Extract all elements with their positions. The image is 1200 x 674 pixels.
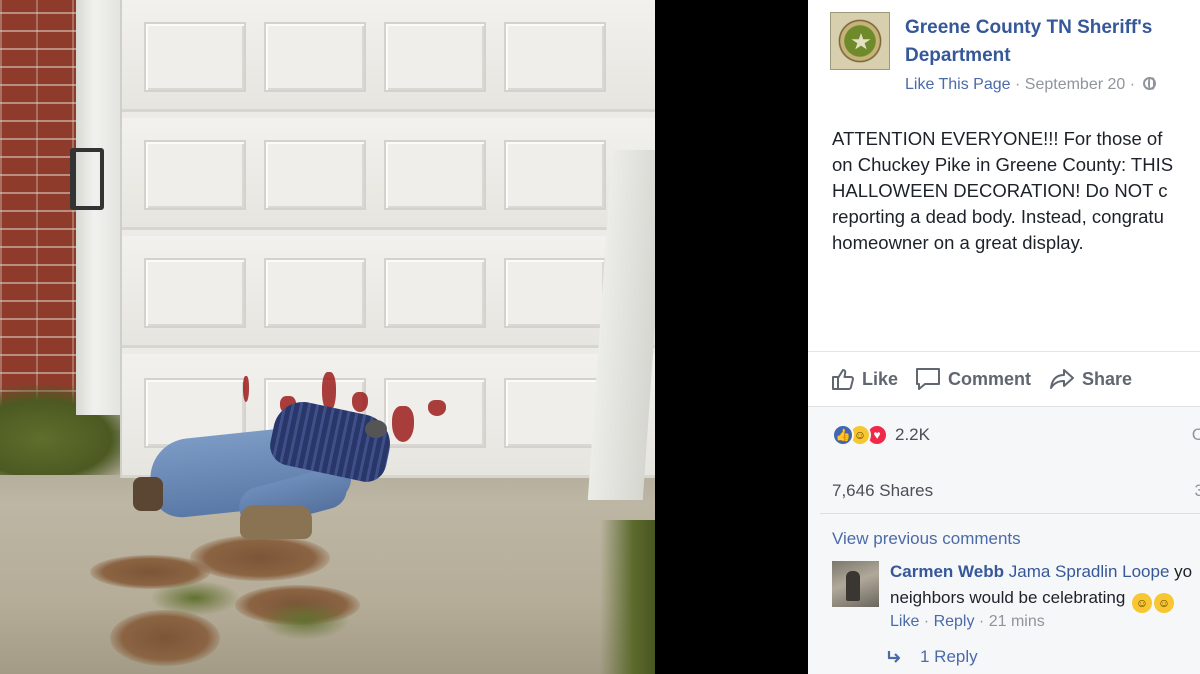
post-date[interactable]: September 20 [1025, 76, 1126, 93]
garage-door [120, 0, 655, 478]
post-text-line: HALLOWEEN DECORATION! Do NOT c [832, 180, 1168, 201]
door-section [122, 236, 655, 348]
globe-icon [1142, 77, 1156, 90]
like-label: Like [862, 368, 899, 389]
blood-handprint [243, 376, 249, 402]
ground-stain [190, 535, 330, 581]
door-section [122, 0, 655, 112]
feedback-section: 👍 ☺ ♥ 2.2K C 7,646 Shares 3 View previou… [808, 406, 1200, 674]
comment-body: Carmen Webb Jama Spradlin Loope yo neigh… [890, 559, 1192, 613]
share-button[interactable]: Share [1048, 366, 1132, 392]
page-name-link[interactable]: Greene County TN Sheriff's Department [905, 14, 1200, 70]
page-avatar[interactable] [830, 12, 890, 70]
blood-handprint [428, 400, 446, 416]
post-photo[interactable] [0, 0, 655, 674]
shares-count[interactable]: 7,646 Shares [832, 481, 933, 501]
comments-count-partial[interactable]: C [1192, 425, 1200, 445]
dummy-hands [365, 420, 387, 438]
door-section [122, 118, 655, 230]
comment-time[interactable]: 21 mins [989, 613, 1045, 630]
reactions-summary[interactable]: 👍 ☺ ♥ 2.2K [832, 423, 930, 447]
views-count-partial: 3 [1194, 481, 1200, 500]
comment-text: yo [1169, 562, 1193, 581]
post-text-line: on Chuckey Pike in Greene County: THIS [832, 154, 1174, 175]
share-label: Share [1082, 368, 1133, 389]
reaction-count: 2.2K [895, 425, 930, 444]
meta-separator: · [1015, 76, 1021, 93]
comment-text-line2: neighbors would be celebrating [890, 588, 1131, 607]
door-handle [70, 148, 104, 210]
share-arrow-icon [1050, 369, 1074, 389]
facebook-post: Greene County TN Sheriff's Department Li… [808, 0, 1200, 674]
like-reaction-icon: 👍 [832, 424, 854, 446]
replies-label: 1 Reply [920, 647, 978, 666]
separator: · [974, 613, 989, 630]
meta-separator: · [1129, 76, 1136, 93]
comment-actions: Like · Reply · 21 mins [890, 613, 1045, 631]
dummy-boot [240, 505, 312, 539]
brick-wall-left [0, 0, 80, 410]
post-text-line: ATTENTION EVERYONE!!! For those of [832, 128, 1163, 149]
separator: · [919, 613, 934, 630]
dummy-boot [133, 477, 163, 511]
comment-author-link[interactable]: Carmen Webb [890, 562, 1004, 581]
grass-patch [260, 600, 350, 640]
like-page-link[interactable]: Like This Page [905, 76, 1011, 93]
laughing-emoji-icon: ☺ [1154, 593, 1175, 613]
post-header: Greene County TN Sheriff's Department Li… [830, 12, 1200, 102]
post-actions: Like Comment Share [808, 351, 1200, 406]
grass-right [600, 520, 655, 674]
divider [820, 513, 1200, 514]
reply-arrow-icon [887, 651, 901, 663]
blood-handprint [392, 406, 414, 442]
post-text-line: homeowner on a great display. [832, 232, 1084, 253]
comment-reply-link[interactable]: Reply [934, 613, 975, 630]
replies-link[interactable]: 1 Reply [886, 647, 978, 667]
grass-patch [150, 580, 240, 616]
speech-bubble-icon [916, 368, 940, 390]
comment-mention-link[interactable]: Jama Spradlin Loope [1009, 562, 1170, 581]
comment-label: Comment [948, 368, 1032, 389]
ground-stain [110, 610, 220, 666]
view-previous-comments-link[interactable]: View previous comments [832, 529, 1021, 549]
comment-like-link[interactable]: Like [890, 613, 919, 630]
comment-button[interactable]: Comment [914, 366, 1031, 392]
like-button[interactable]: Like [830, 366, 898, 392]
thumbs-up-icon [832, 369, 854, 390]
post-text-line: reporting a dead body. Instead, congratu [832, 206, 1164, 227]
post-text: ATTENTION EVERYONE!!! For those of on Ch… [832, 126, 1200, 256]
laughing-emoji-icon: ☺ [1132, 593, 1153, 613]
commenter-avatar[interactable] [832, 561, 879, 607]
post-meta: Like This Page · September 20 · [905, 76, 1156, 94]
blood-handprint [352, 392, 368, 412]
